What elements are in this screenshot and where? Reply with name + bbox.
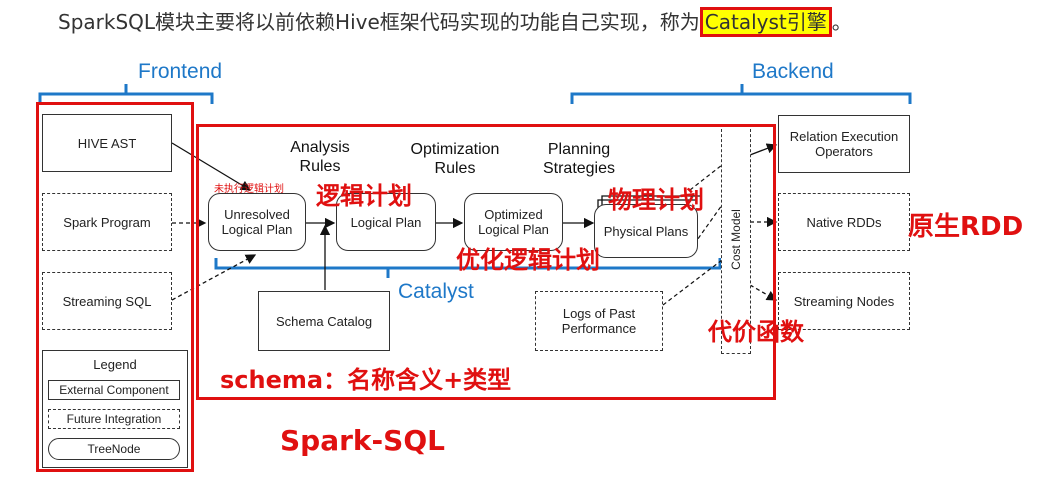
annotation-physical-plan: 物理计划 [608,186,704,214]
relation-execution-box: Relation Execution Operators [778,115,910,173]
frontend-label: Frontend [138,60,223,83]
backend-brace [570,84,912,104]
native-rdds-box: Native RDDs [778,193,910,251]
annotation-spark-sql: Spark-SQL [280,424,445,457]
frontend-red-outline [36,102,194,472]
annotation-logical-plan: 逻辑计划 [316,182,412,210]
annotation-unexecuted-plan: 未执行逻辑计划 [214,184,284,195]
frontend-brace [38,84,214,104]
backend-label: Backend [752,60,834,83]
annotation-optimized-plan: 优化逻辑计划 [456,246,600,274]
annotation-native-rdd: 原生RDD [908,212,1024,242]
annotation-schema: schema：名称含义+类型 [220,366,512,394]
annotation-cost-function: 代价函数 [708,318,804,346]
